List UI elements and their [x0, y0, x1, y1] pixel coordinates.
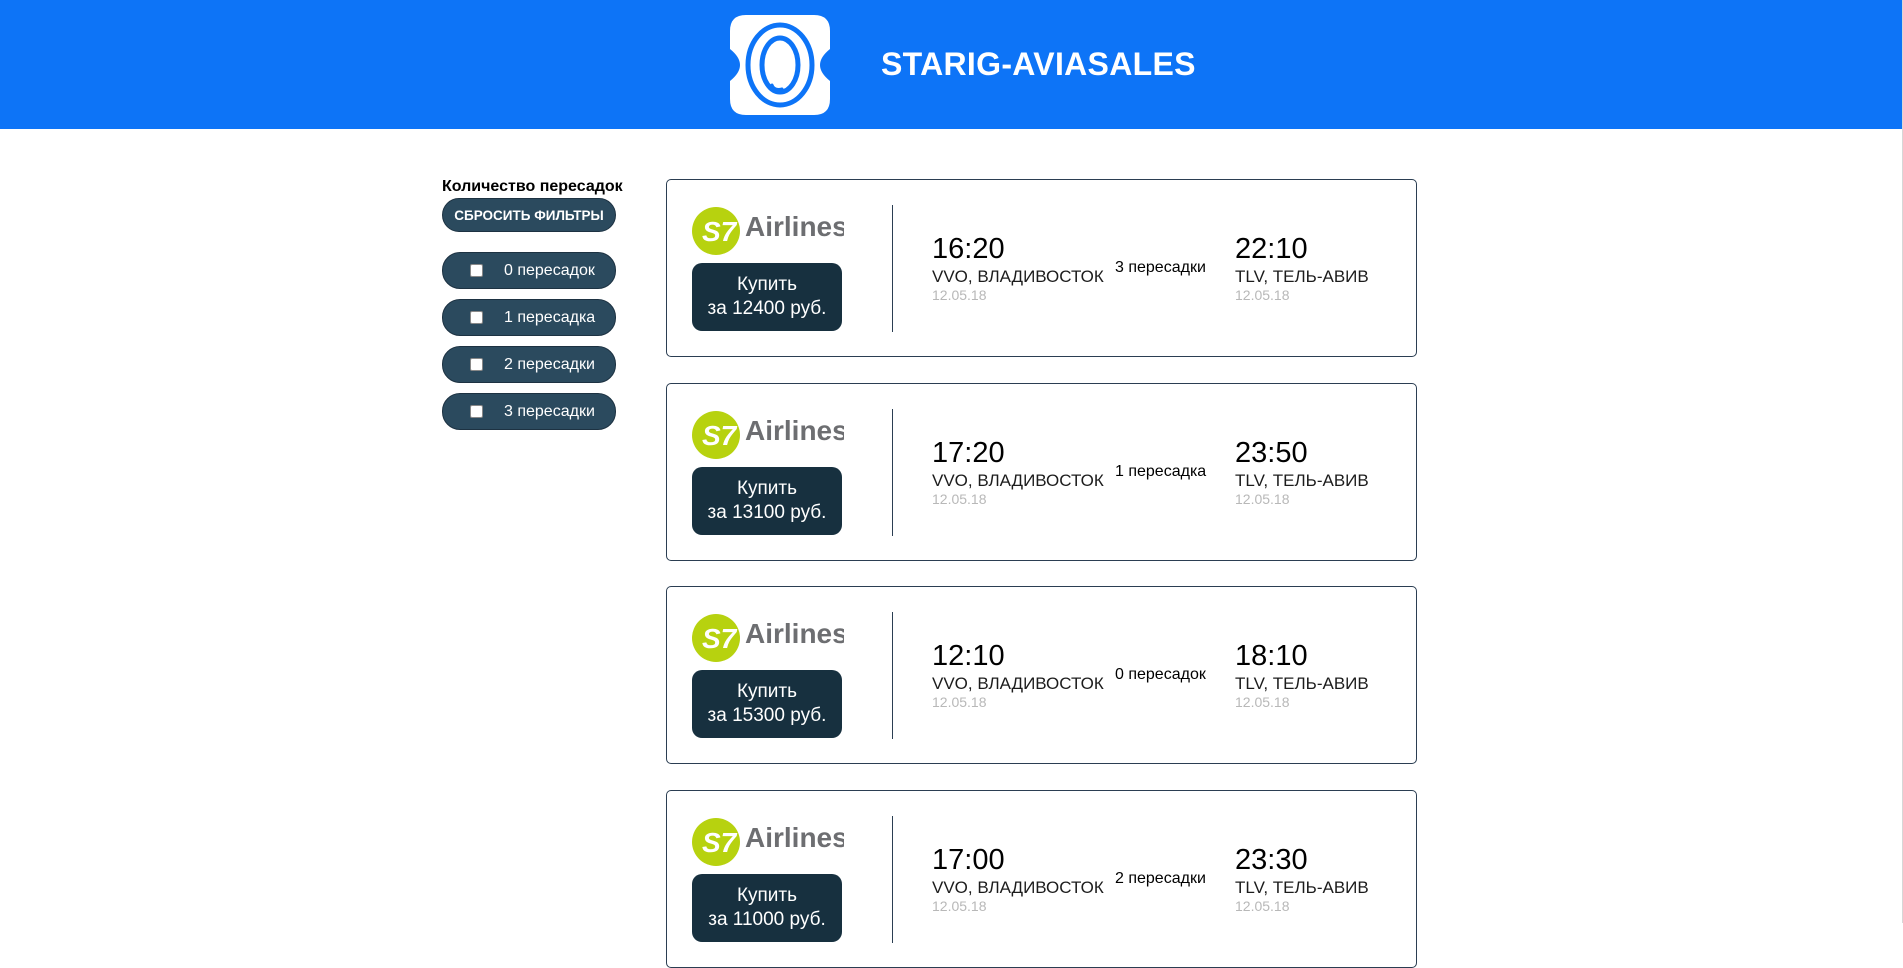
departure-time: 12:10 [932, 640, 1005, 672]
aviasales-logo-icon [730, 15, 830, 115]
buy-button-label: Купить [736, 681, 798, 702]
ticket-card: S7 Airlines Купить за 12400 руб. 16:20 V… [666, 179, 1417, 357]
ticket-card: S7 Airlines Купить за 13100 руб. 17:20 V… [666, 383, 1417, 561]
svg-text:S7: S7 [702, 623, 738, 654]
s7-airlines-logo: S7 Airlines [692, 818, 844, 866]
filters-title: Количество пересадок [442, 178, 623, 195]
filter-option-label: 3 пересадки [504, 402, 595, 420]
svg-text:Airlines: Airlines [745, 211, 844, 242]
filter-option-1-stop[interactable]: 1 пересадка [442, 299, 616, 336]
app-header: STARIG-AVIASALES [0, 0, 1903, 129]
ticket-card: S7 Airlines Купить за 15300 руб. 12:10 V… [666, 586, 1417, 764]
ticket-card: S7 Airlines Купить за 11000 руб. 17:00 V… [666, 790, 1417, 968]
filter-option-2-stops[interactable]: 2 пересадки [442, 346, 616, 383]
svg-text:S7: S7 [702, 216, 738, 247]
divider [892, 409, 893, 536]
destination-airport: TLV, ТЕЛЬ-АВИВ [1235, 471, 1369, 490]
buy-button[interactable]: Купить за 11000 руб. [692, 874, 842, 942]
s7-airlines-logo: S7 Airlines [692, 411, 844, 459]
buy-button[interactable]: Купить за 12400 руб. [692, 263, 842, 331]
origin-airport: VVO, ВЛАДИВОСТОК [932, 471, 1104, 490]
arrival-time: 22:10 [1235, 233, 1308, 265]
arrival-time: 23:50 [1235, 437, 1308, 469]
destination-airport: TLV, ТЕЛЬ-АВИВ [1235, 878, 1369, 897]
arrival-time: 18:10 [1235, 640, 1308, 672]
s7-airlines-logo: S7 Airlines [692, 207, 844, 255]
checkbox[interactable] [470, 311, 483, 324]
arrival-date: 12.05.18 [1235, 491, 1290, 507]
departure-date: 12.05.18 [932, 898, 987, 914]
destination-airport: TLV, ТЕЛЬ-АВИВ [1235, 674, 1369, 693]
svg-text:Airlines: Airlines [745, 822, 844, 853]
svg-text:S7: S7 [702, 420, 738, 451]
buy-button-label: Купить [736, 274, 798, 295]
stops-count: 2 пересадки [1115, 870, 1206, 887]
checkbox[interactable] [470, 264, 483, 277]
arrival-date: 12.05.18 [1235, 694, 1290, 710]
filter-option-label: 1 пересадка [504, 308, 596, 326]
destination-airport: TLV, ТЕЛЬ-АВИВ [1235, 267, 1369, 286]
departure-date: 12.05.18 [932, 491, 987, 507]
reset-filters-button[interactable]: СБРОСИТЬ ФИЛЬТРЫ [442, 198, 616, 232]
ticket-price: за 12400 руб. [707, 298, 827, 319]
filters-panel: Количество пересадок СБРОСИТЬ ФИЛЬТРЫ 0 … [442, 178, 623, 440]
buy-button-label: Купить [736, 885, 798, 906]
departure-date: 12.05.18 [932, 694, 987, 710]
stops-filter-list: 0 пересадок 1 пересадка 2 пересадки 3 пе… [442, 252, 622, 430]
departure-date: 12.05.18 [932, 287, 987, 303]
origin-airport: VVO, ВЛАДИВОСТОК [932, 878, 1104, 897]
departure-time: 17:20 [932, 437, 1005, 469]
departure-time: 17:00 [932, 844, 1005, 876]
origin-airport: VVO, ВЛАДИВОСТОК [932, 267, 1104, 286]
stops-count: 3 пересадки [1115, 259, 1206, 276]
checkbox[interactable] [470, 358, 483, 371]
origin-airport: VVO, ВЛАДИВОСТОК [932, 674, 1104, 693]
filter-option-label: 2 пересадки [504, 355, 595, 373]
s7-airlines-logo: S7 Airlines [692, 614, 844, 662]
svg-text:Airlines: Airlines [745, 618, 844, 649]
app-title: STARIG-AVIASALES [881, 46, 1196, 82]
buy-button[interactable]: Купить за 13100 руб. [692, 467, 842, 535]
checkbox[interactable] [470, 405, 483, 418]
ticket-price: за 13100 руб. [707, 502, 827, 523]
arrival-date: 12.05.18 [1235, 287, 1290, 303]
divider [892, 205, 893, 332]
svg-text:Airlines: Airlines [745, 415, 844, 446]
arrival-date: 12.05.18 [1235, 898, 1290, 914]
svg-text:S7: S7 [702, 827, 738, 858]
arrival-time: 23:30 [1235, 844, 1308, 876]
stops-count: 1 пересадка [1115, 463, 1207, 480]
filter-option-0-stops[interactable]: 0 пересадок [442, 252, 616, 289]
filter-option-label: 0 пересадок [504, 261, 595, 279]
filter-option-3-stops[interactable]: 3 пересадки [442, 393, 616, 430]
ticket-price: за 11000 руб. [708, 909, 826, 930]
stops-count: 0 пересадок [1115, 666, 1206, 683]
departure-time: 16:20 [932, 233, 1005, 265]
ticket-price: за 15300 руб. [707, 705, 827, 726]
buy-button[interactable]: Купить за 15300 руб. [692, 670, 842, 738]
divider [892, 816, 893, 943]
divider [892, 612, 893, 739]
buy-button-label: Купить [736, 478, 798, 499]
